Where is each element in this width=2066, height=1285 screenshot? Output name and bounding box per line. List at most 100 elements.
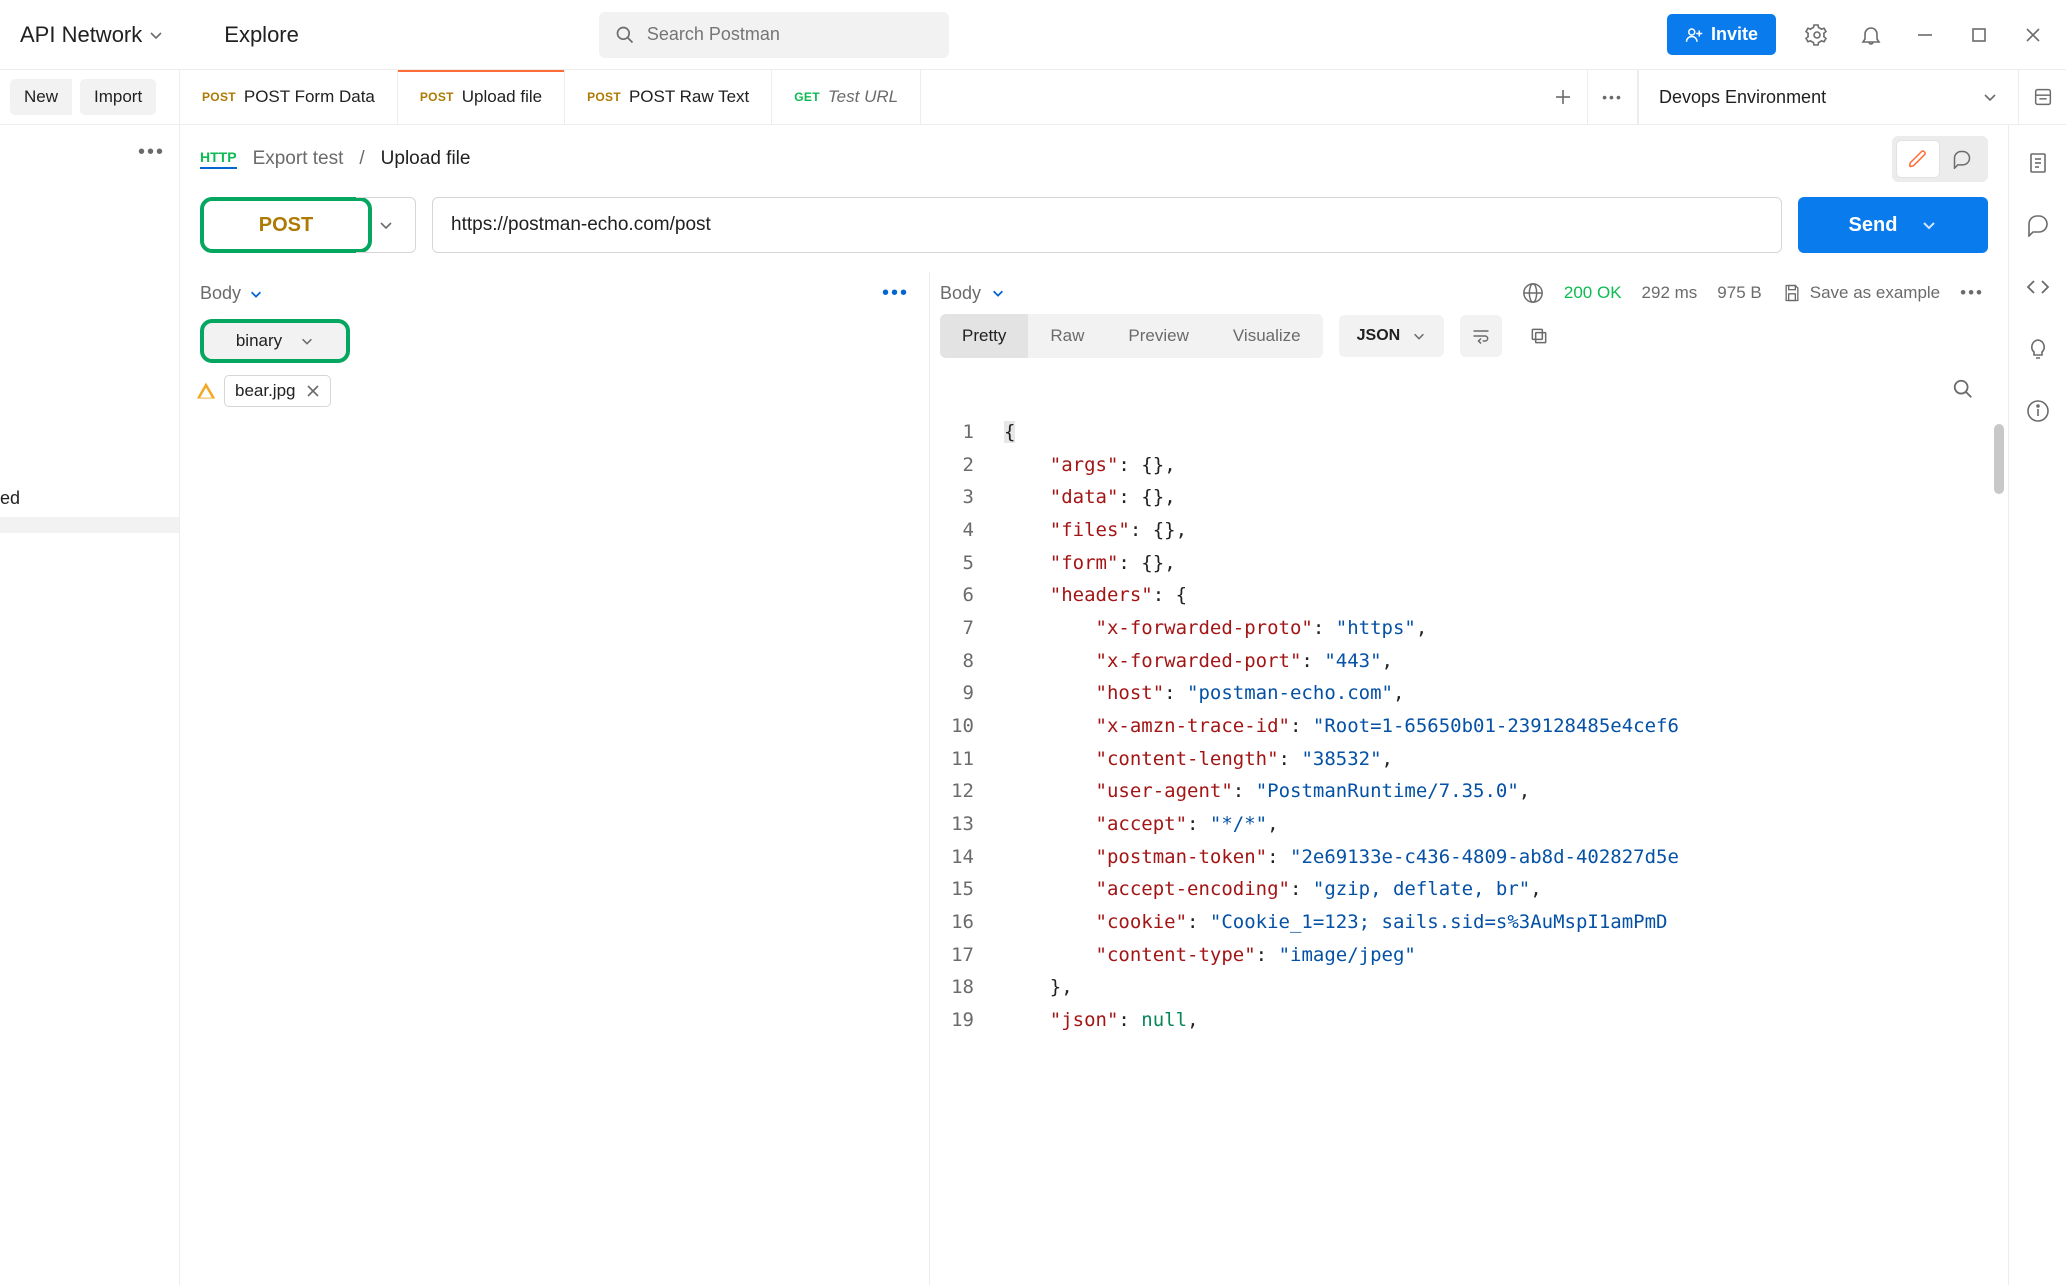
chevron-down-icon bbox=[1412, 329, 1426, 343]
request-tab[interactable]: POST Upload file bbox=[398, 70, 565, 124]
tab-title-label: POST Form Data bbox=[244, 87, 375, 107]
sidebar-item[interactable]: ed bbox=[0, 480, 179, 517]
request-body-tab-label: Body bbox=[200, 283, 241, 304]
send-label: Send bbox=[1849, 214, 1898, 237]
line-content: "user-agent": "PostmanRuntime/7.35.0", bbox=[990, 775, 1530, 808]
wrap-lines-icon[interactable] bbox=[1460, 315, 1502, 357]
code-line: 1{ bbox=[930, 416, 2008, 449]
save-as-example-label: Save as example bbox=[1810, 283, 1940, 303]
line-content: "accept": "*/*", bbox=[990, 808, 1279, 841]
request-tab[interactable]: GETTest URL bbox=[772, 70, 921, 124]
response-language-select[interactable]: JSON bbox=[1339, 315, 1445, 357]
line-number: 11 bbox=[930, 743, 990, 776]
line-content: }, bbox=[990, 971, 1073, 1004]
code-line: 18 }, bbox=[930, 971, 2008, 1004]
line-number: 14 bbox=[930, 841, 990, 874]
breadcrumb-collection[interactable]: Export test bbox=[253, 148, 344, 170]
line-number: 8 bbox=[930, 645, 990, 678]
environment-quicklook-icon[interactable] bbox=[2018, 70, 2066, 124]
view-visualize-tab[interactable]: Visualize bbox=[1211, 314, 1323, 358]
url-input[interactable] bbox=[451, 214, 1763, 236]
chevron-down-icon bbox=[991, 286, 1005, 300]
window-minimize-icon[interactable] bbox=[1912, 22, 1938, 48]
search-input[interactable] bbox=[647, 24, 933, 45]
tab-verb-label: POST bbox=[420, 90, 454, 104]
http-method-label: POST bbox=[259, 214, 313, 237]
response-status: 200 OK bbox=[1564, 283, 1622, 303]
line-content: "files": {}, bbox=[990, 514, 1187, 547]
sidebar-more-icon[interactable]: ••• bbox=[138, 141, 165, 164]
code-line: 2 "args": {}, bbox=[930, 449, 2008, 482]
line-content: "json": null, bbox=[990, 1004, 1199, 1037]
code-line: 12 "user-agent": "PostmanRuntime/7.35.0"… bbox=[930, 775, 2008, 808]
code-line: 13 "accept": "*/*", bbox=[930, 808, 2008, 841]
view-raw-tab[interactable]: Raw bbox=[1028, 314, 1106, 358]
view-preview-tab[interactable]: Preview bbox=[1106, 314, 1210, 358]
code-line: 17 "content-type": "image/jpeg" bbox=[930, 939, 2008, 972]
request-more-icon[interactable]: ••• bbox=[882, 282, 909, 305]
invite-button[interactable]: Invite bbox=[1667, 14, 1776, 55]
info-icon[interactable] bbox=[2026, 399, 2050, 423]
new-button[interactable]: New bbox=[10, 79, 72, 115]
tab-title-label: Upload file bbox=[462, 87, 542, 107]
send-button[interactable]: Send bbox=[1798, 197, 1988, 253]
scrollbar-thumb[interactable] bbox=[1994, 424, 2004, 494]
line-number: 15 bbox=[930, 873, 990, 906]
body-type-select[interactable]: binary bbox=[200, 319, 350, 363]
http-method-chevron[interactable] bbox=[356, 197, 416, 253]
add-tab-button[interactable] bbox=[1538, 70, 1588, 124]
edit-mode-icon[interactable] bbox=[1896, 140, 1940, 178]
lightbulb-icon[interactable] bbox=[2026, 337, 2050, 361]
request-body-tab[interactable]: Body bbox=[200, 283, 263, 304]
tab-title-label: POST Raw Text bbox=[629, 87, 749, 107]
response-more-icon[interactable]: ••• bbox=[1960, 283, 1984, 303]
chevron-down-icon bbox=[1982, 89, 1998, 105]
sidebar-item-selected[interactable] bbox=[0, 517, 179, 533]
person-add-icon bbox=[1685, 26, 1703, 44]
file-chip-label: bear.jpg bbox=[235, 381, 296, 401]
code-line: 11 "content-length": "38532", bbox=[930, 743, 2008, 776]
api-network-menu[interactable]: API Network bbox=[20, 22, 164, 48]
body-type-label: binary bbox=[236, 331, 282, 351]
window-close-icon[interactable] bbox=[2020, 22, 2046, 48]
explore-link[interactable]: Explore bbox=[224, 22, 299, 48]
window-maximize-icon[interactable] bbox=[1966, 22, 1992, 48]
line-content: "form": {}, bbox=[990, 547, 1176, 580]
chevron-down-icon bbox=[1921, 217, 1937, 233]
line-number: 19 bbox=[930, 1004, 990, 1037]
line-number: 12 bbox=[930, 775, 990, 808]
documentation-icon[interactable] bbox=[2026, 151, 2050, 175]
comment-mode-icon[interactable] bbox=[1940, 140, 1984, 178]
line-content: "accept-encoding": "gzip, deflate, br", bbox=[990, 873, 1542, 906]
view-pretty-tab[interactable]: Pretty bbox=[940, 314, 1028, 358]
code-line: 14 "postman-token": "2e69133e-c436-4809-… bbox=[930, 841, 2008, 874]
settings-icon[interactable] bbox=[1804, 22, 1830, 48]
file-chip[interactable]: bear.jpg bbox=[224, 375, 331, 407]
save-as-example-button[interactable]: Save as example bbox=[1782, 283, 1940, 303]
api-network-label: API Network bbox=[20, 22, 142, 48]
request-tab[interactable]: POSTPOST Form Data bbox=[180, 70, 398, 124]
code-line: 8 "x-forwarded-port": "443", bbox=[930, 645, 2008, 678]
response-body-tab[interactable]: Body bbox=[940, 283, 1005, 304]
notifications-icon[interactable] bbox=[1858, 22, 1884, 48]
request-tab[interactable]: POST POST Raw Text bbox=[565, 70, 772, 124]
search-box[interactable] bbox=[599, 12, 949, 58]
http-method-select[interactable]: POST bbox=[200, 197, 372, 253]
code-snippet-icon[interactable] bbox=[2026, 275, 2050, 299]
breadcrumb-separator: / bbox=[359, 148, 364, 170]
copy-response-icon[interactable] bbox=[1518, 315, 1560, 357]
remove-file-icon[interactable] bbox=[306, 384, 320, 398]
line-content: "cookie": "Cookie_1=123; sails.sid=s%3Au… bbox=[990, 906, 1667, 939]
code-line: 5 "form": {}, bbox=[930, 547, 2008, 580]
tab-overflow-button[interactable]: ••• bbox=[1588, 70, 1638, 124]
environment-selector[interactable]: Devops Environment bbox=[1638, 70, 2018, 124]
comments-icon[interactable] bbox=[2026, 213, 2050, 237]
search-response-icon[interactable] bbox=[1942, 368, 1984, 410]
network-icon[interactable] bbox=[1522, 282, 1544, 304]
response-code-view[interactable]: 1{2 "args": {},3 "data": {},4 "files": {… bbox=[930, 416, 2008, 1285]
response-view-segmented: Pretty Raw Preview Visualize bbox=[940, 314, 1323, 358]
import-button[interactable]: Import bbox=[80, 79, 156, 115]
response-size: 975 B bbox=[1717, 283, 1761, 303]
line-number: 7 bbox=[930, 612, 990, 645]
tab-verb-label: POST bbox=[587, 90, 621, 104]
